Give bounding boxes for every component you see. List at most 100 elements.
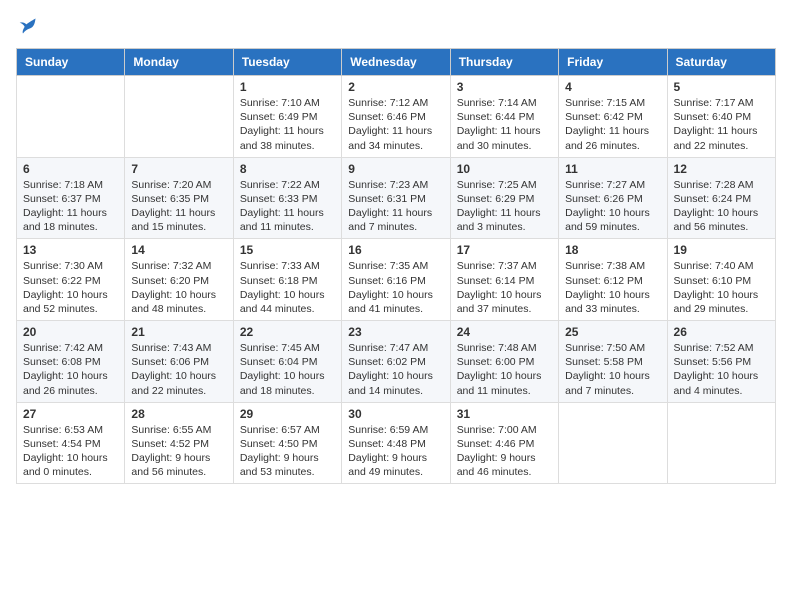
cell-content: Sunrise: 7:14 AMSunset: 6:44 PMDaylight:… xyxy=(457,96,552,153)
day-number: 6 xyxy=(23,162,118,176)
day-number: 3 xyxy=(457,80,552,94)
cell-content: Sunrise: 7:42 AMSunset: 6:08 PMDaylight:… xyxy=(23,341,118,398)
calendar-cell xyxy=(667,402,775,484)
calendar-cell: 24 Sunrise: 7:48 AMSunset: 6:00 PMDayligh… xyxy=(450,321,558,403)
day-number: 29 xyxy=(240,407,335,421)
page-header xyxy=(16,16,776,36)
cell-content: Sunrise: 7:25 AMSunset: 6:29 PMDaylight:… xyxy=(457,178,552,235)
day-number: 1 xyxy=(240,80,335,94)
calendar-week-row: 6 Sunrise: 7:18 AMSunset: 6:37 PMDaylight… xyxy=(17,157,776,239)
cell-content: Sunrise: 7:27 AMSunset: 6:26 PMDaylight:… xyxy=(565,178,660,235)
calendar-cell: 22Sunrise: 7:45 AMSunset: 6:04 PMDayligh… xyxy=(233,321,341,403)
calendar-cell xyxy=(125,76,233,158)
cell-content: Sunrise: 7:18 AMSunset: 6:37 PMDaylight:… xyxy=(23,178,118,235)
day-header-sunday: Sunday xyxy=(17,49,125,76)
calendar-week-row: 27 Sunrise: 6:53 AMSunset: 4:54 PMDayligh… xyxy=(17,402,776,484)
cell-content: Sunrise: 7:30 AMSunset: 6:22 PMDaylight:… xyxy=(23,259,118,316)
calendar-cell: 15 Sunrise: 7:33 AMSunset: 6:18 PMDayligh… xyxy=(233,239,341,321)
day-header-thursday: Thursday xyxy=(450,49,558,76)
day-header-saturday: Saturday xyxy=(667,49,775,76)
calendar-cell: 21Sunrise: 7:43 AMSunset: 6:06 PMDayligh… xyxy=(125,321,233,403)
day-header-wednesday: Wednesday xyxy=(342,49,450,76)
day-number: 9 xyxy=(348,162,443,176)
cell-content: Sunrise: 7:15 AMSunset: 6:42 PMDaylight:… xyxy=(565,96,660,153)
calendar-cell: 27 Sunrise: 6:53 AMSunset: 4:54 PMDayligh… xyxy=(17,402,125,484)
day-number: 16 xyxy=(348,243,443,257)
cell-content: Sunrise: 7:32 AMSunset: 6:20 PMDaylight:… xyxy=(131,259,226,316)
calendar-cell: 18 Sunrise: 7:38 AMSunset: 6:12 PMDayligh… xyxy=(559,239,667,321)
cell-content: Sunrise: 7:38 AMSunset: 6:12 PMDaylight:… xyxy=(565,259,660,316)
day-number: 5 xyxy=(674,80,769,94)
calendar-cell: 2Sunrise: 7:12 AMSunset: 6:46 PMDaylight… xyxy=(342,76,450,158)
calendar-cell: 1 Sunrise: 7:10 AMSunset: 6:49 PMDaylight… xyxy=(233,76,341,158)
day-header-tuesday: Tuesday xyxy=(233,49,341,76)
day-number: 28 xyxy=(131,407,226,421)
day-number: 22 xyxy=(240,325,335,339)
calendar-cell: 16 Sunrise: 7:35 AMSunset: 6:16 PMDayligh… xyxy=(342,239,450,321)
calendar-cell: 17 Sunrise: 7:37 AMSunset: 6:14 PMDayligh… xyxy=(450,239,558,321)
day-number: 7 xyxy=(131,162,226,176)
calendar-cell: 7 Sunrise: 7:20 AMSunset: 6:35 PMDaylight… xyxy=(125,157,233,239)
day-number: 2 xyxy=(348,80,443,94)
calendar-cell xyxy=(17,76,125,158)
cell-content: Sunrise: 7:20 AMSunset: 6:35 PMDaylight:… xyxy=(131,178,226,235)
calendar-week-row: 13Sunrise: 7:30 AMSunset: 6:22 PMDayligh… xyxy=(17,239,776,321)
day-header-friday: Friday xyxy=(559,49,667,76)
calendar-cell: 9 Sunrise: 7:23 AMSunset: 6:31 PMDaylight… xyxy=(342,157,450,239)
day-number: 8 xyxy=(240,162,335,176)
calendar-cell: 30 Sunrise: 6:59 AMSunset: 4:48 PMDayligh… xyxy=(342,402,450,484)
calendar-cell: 25 Sunrise: 7:50 AMSunset: 5:58 PMDayligh… xyxy=(559,321,667,403)
calendar-table: SundayMondayTuesdayWednesdayThursdayFrid… xyxy=(16,48,776,484)
day-number: 11 xyxy=(565,162,660,176)
day-number: 31 xyxy=(457,407,552,421)
cell-content: Sunrise: 7:52 AMSunset: 5:56 PMDaylight:… xyxy=(674,341,769,398)
cell-content: Sunrise: 6:55 AMSunset: 4:52 PMDaylight:… xyxy=(131,423,226,480)
calendar-cell: 3 Sunrise: 7:14 AMSunset: 6:44 PMDaylight… xyxy=(450,76,558,158)
calendar-cell: 20 Sunrise: 7:42 AMSunset: 6:08 PMDayligh… xyxy=(17,321,125,403)
day-number: 17 xyxy=(457,243,552,257)
cell-content: Sunrise: 7:28 AMSunset: 6:24 PMDaylight:… xyxy=(674,178,769,235)
cell-content: Sunrise: 7:35 AMSunset: 6:16 PMDaylight:… xyxy=(348,259,443,316)
calendar-cell: 12 Sunrise: 7:28 AMSunset: 6:24 PMDayligh… xyxy=(667,157,775,239)
cell-content: Sunrise: 7:33 AMSunset: 6:18 PMDaylight:… xyxy=(240,259,335,316)
day-number: 20 xyxy=(23,325,118,339)
cell-content: Sunrise: 6:53 AMSunset: 4:54 PMDaylight:… xyxy=(23,423,118,480)
day-number: 12 xyxy=(674,162,769,176)
logo xyxy=(16,16,38,36)
cell-content: Sunrise: 7:17 AMSunset: 6:40 PMDaylight:… xyxy=(674,96,769,153)
cell-content: Sunrise: 6:57 AMSunset: 4:50 PMDaylight:… xyxy=(240,423,335,480)
cell-content: Sunrise: 7:23 AMSunset: 6:31 PMDaylight:… xyxy=(348,178,443,235)
day-number: 10 xyxy=(457,162,552,176)
calendar-cell: 28 Sunrise: 6:55 AMSunset: 4:52 PMDayligh… xyxy=(125,402,233,484)
calendar-cell: 8Sunrise: 7:22 AMSunset: 6:33 PMDaylight… xyxy=(233,157,341,239)
cell-content: Sunrise: 7:48 AMSunset: 6:00 PMDaylight:… xyxy=(457,341,552,398)
day-number: 4 xyxy=(565,80,660,94)
cell-content: Sunrise: 7:10 AMSunset: 6:49 PMDaylight:… xyxy=(240,96,335,153)
calendar-cell: 26 Sunrise: 7:52 AMSunset: 5:56 PMDayligh… xyxy=(667,321,775,403)
cell-content: Sunrise: 7:47 AMSunset: 6:02 PMDaylight:… xyxy=(348,341,443,398)
calendar-cell: 23 Sunrise: 7:47 AMSunset: 6:02 PMDayligh… xyxy=(342,321,450,403)
logo-bird-icon xyxy=(18,16,38,36)
calendar-cell xyxy=(559,402,667,484)
cell-content: Sunrise: 7:00 AMSunset: 4:46 PMDaylight:… xyxy=(457,423,552,480)
day-number: 30 xyxy=(348,407,443,421)
calendar-cell: 29 Sunrise: 6:57 AMSunset: 4:50 PMDayligh… xyxy=(233,402,341,484)
calendar-cell: 13Sunrise: 7:30 AMSunset: 6:22 PMDayligh… xyxy=(17,239,125,321)
day-number: 26 xyxy=(674,325,769,339)
day-number: 27 xyxy=(23,407,118,421)
day-header-monday: Monday xyxy=(125,49,233,76)
day-number: 18 xyxy=(565,243,660,257)
day-number: 15 xyxy=(240,243,335,257)
cell-content: Sunrise: 6:59 AMSunset: 4:48 PMDaylight:… xyxy=(348,423,443,480)
calendar-cell: 14Sunrise: 7:32 AMSunset: 6:20 PMDayligh… xyxy=(125,239,233,321)
day-number: 23 xyxy=(348,325,443,339)
day-number: 24 xyxy=(457,325,552,339)
cell-content: Sunrise: 7:37 AMSunset: 6:14 PMDaylight:… xyxy=(457,259,552,316)
calendar-cell: 4 Sunrise: 7:15 AMSunset: 6:42 PMDaylight… xyxy=(559,76,667,158)
cell-content: Sunrise: 7:50 AMSunset: 5:58 PMDaylight:… xyxy=(565,341,660,398)
calendar-week-row: 20 Sunrise: 7:42 AMSunset: 6:08 PMDayligh… xyxy=(17,321,776,403)
calendar-cell: 10 Sunrise: 7:25 AMSunset: 6:29 PMDayligh… xyxy=(450,157,558,239)
cell-content: Sunrise: 7:43 AMSunset: 6:06 PMDaylight:… xyxy=(131,341,226,398)
calendar-cell: 31 Sunrise: 7:00 AMSunset: 4:46 PMDayligh… xyxy=(450,402,558,484)
day-number: 25 xyxy=(565,325,660,339)
